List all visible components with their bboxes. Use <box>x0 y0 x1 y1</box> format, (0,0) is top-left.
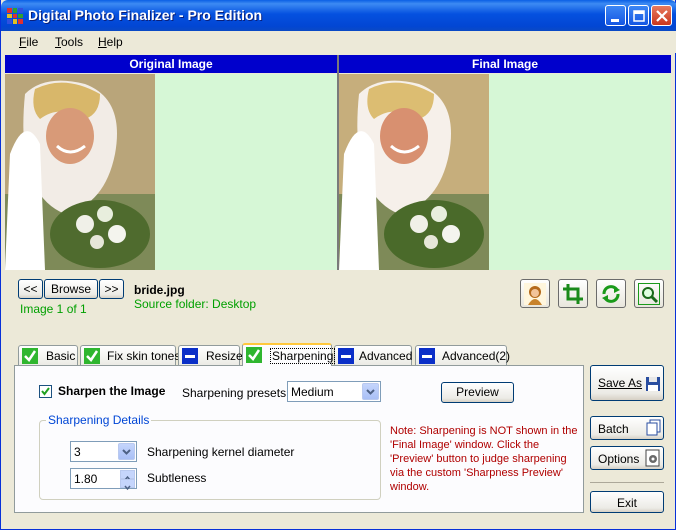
rotate-icon <box>602 285 620 303</box>
menu-tools[interactable]: Tools <box>55 35 83 49</box>
floppy-disk-icon <box>646 377 660 391</box>
chevron-down-icon[interactable] <box>362 383 379 400</box>
sharpen-label: Sharpen the Image <box>58 384 166 398</box>
menu-file[interactable]: File <box>19 35 38 49</box>
save-as-label: Save As <box>598 376 643 390</box>
maximize-icon <box>633 10 645 22</box>
kernel-diameter-value: 3 <box>74 445 81 459</box>
final-photo <box>339 74 489 270</box>
final-image-pane[interactable] <box>339 74 671 270</box>
presets-value: Medium <box>291 385 334 399</box>
portrait-button[interactable] <box>520 279 550 308</box>
stepper-down-icon[interactable] <box>120 479 135 491</box>
tab-advanced-label: Advanced <box>359 349 413 363</box>
sharpening-details-title: Sharpening Details <box>46 413 152 427</box>
source-folder: Source folder: Desktop <box>134 297 257 311</box>
chevron-down-icon[interactable] <box>118 443 135 460</box>
tab-fix-skin-tones-label: Fix skin tones <box>107 349 181 363</box>
zoom-preview-icon <box>638 283 660 305</box>
checkmark-icon <box>84 348 100 364</box>
tab-resize[interactable]: Resize <box>178 345 243 365</box>
save-as-button[interactable]: Save As <box>590 365 664 401</box>
preview-button[interactable]: Preview <box>441 382 514 403</box>
window-title: Digital Photo Finalizer - Pro Edition <box>28 7 263 23</box>
tab-advanced[interactable]: Advanced <box>334 345 412 365</box>
kernel-diameter-label: Sharpening kernel diameter <box>147 445 295 459</box>
subtleness-label: Subtleness <box>147 471 207 485</box>
batch-label: Batch <box>598 422 629 436</box>
tab-fix-skin-tones[interactable]: Fix skin tones <box>80 345 180 365</box>
minus-icon <box>182 348 198 364</box>
close-button[interactable] <box>651 5 672 26</box>
original-image-header: Original Image <box>5 55 337 73</box>
original-image-pane[interactable] <box>5 74 337 270</box>
final-image-header: Final Image <box>339 55 671 73</box>
checkmark-icon <box>246 347 262 363</box>
exit-button[interactable]: Exit <box>590 491 664 513</box>
minimize-button[interactable] <box>605 5 626 26</box>
subtleness-value: 1.80 <box>74 472 98 486</box>
tab-basic[interactable]: Basic <box>18 345 78 365</box>
checkmark-icon <box>22 348 38 364</box>
minimize-icon <box>611 19 619 22</box>
zoom-preview-button[interactable] <box>634 279 664 308</box>
original-photo <box>5 74 155 270</box>
tab-sharpening-label: Sharpening <box>270 348 336 364</box>
crop-button[interactable] <box>558 279 588 308</box>
crop-icon <box>563 284 583 304</box>
menu-bar: File Tools Help <box>1 31 676 53</box>
subtleness-stepper[interactable]: 1.80 <box>70 468 137 491</box>
close-icon <box>656 10 668 22</box>
sharpen-checkbox[interactable] <box>39 385 52 398</box>
minus-icon <box>419 348 435 364</box>
rotate-button[interactable] <box>596 279 626 308</box>
tab-sharpening[interactable]: Sharpening <box>242 343 336 366</box>
app-icon <box>7 8 23 24</box>
action-separator <box>590 482 664 483</box>
settings-document-icon <box>645 449 660 467</box>
next-image-button[interactable]: >> <box>99 279 124 299</box>
tab-advanced-2[interactable]: Advanced(2) <box>415 345 511 365</box>
sharpening-details-group: Sharpening Details 3 Sharpening kernel d… <box>39 413 381 500</box>
minus-icon <box>338 348 354 364</box>
maximize-button[interactable] <box>628 5 649 26</box>
previous-image-button[interactable]: << <box>18 279 43 299</box>
tab-advanced-2-label: Advanced(2) <box>442 349 511 363</box>
presets-select[interactable]: Medium <box>287 381 381 402</box>
exit-label: Exit <box>616 496 637 510</box>
stacked-pages-icon <box>646 419 661 436</box>
tab-resize-label: Resize <box>206 349 243 363</box>
kernel-diameter-select[interactable]: 3 <box>70 441 137 462</box>
sharpening-panel: Sharpen the Image Sharpening presets: Me… <box>14 365 584 513</box>
stepper-up-icon[interactable] <box>120 470 135 481</box>
sharpening-note: Note: Sharpening is NOT shown in the 'Fi… <box>390 425 578 493</box>
checkmark-icon <box>41 387 50 396</box>
options-button[interactable]: Options <box>590 446 664 470</box>
browse-button[interactable]: Browse <box>44 279 98 299</box>
menu-help[interactable]: Help <box>98 35 123 49</box>
image-counter: Image 1 of 1 <box>20 302 87 316</box>
portrait-icon <box>524 283 546 305</box>
file-name: bride.jpg <box>134 283 185 297</box>
app-window: Digital Photo Finalizer - Pro Edition Fi… <box>0 0 676 530</box>
title-bar[interactable]: Digital Photo Finalizer - Pro Edition <box>1 0 676 31</box>
batch-button[interactable]: Batch <box>590 416 664 440</box>
tab-basic-label: Basic <box>46 349 76 363</box>
presets-label: Sharpening presets: <box>182 386 290 400</box>
options-label: Options <box>598 452 640 466</box>
